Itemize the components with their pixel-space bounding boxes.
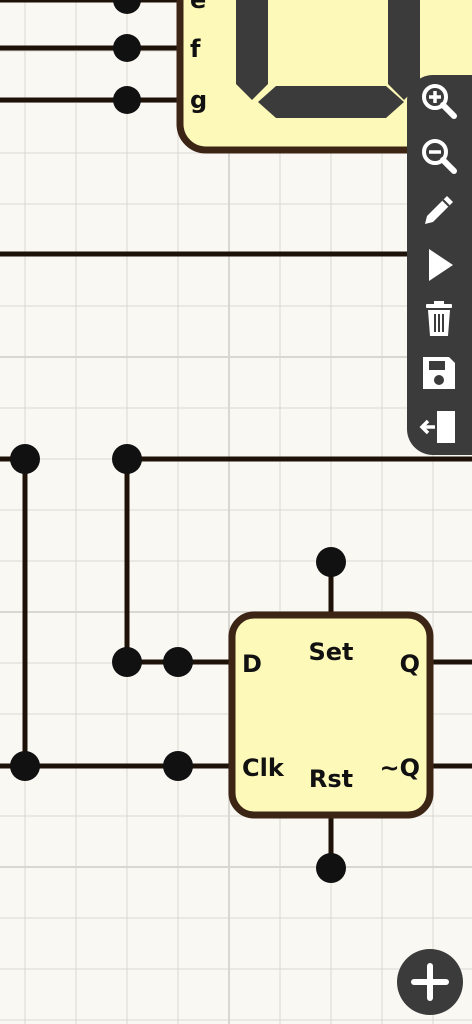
wire-node[interactable] <box>316 547 346 577</box>
pin-label-g: g <box>190 86 207 114</box>
wire-node[interactable] <box>10 444 40 474</box>
wire-node[interactable] <box>113 34 141 62</box>
display-segment-d <box>258 86 404 118</box>
pin-label-e: e <box>190 0 206 14</box>
wire-node[interactable] <box>113 86 141 114</box>
wire-node[interactable] <box>316 853 346 883</box>
circuit-canvas[interactable]: e f g D Clk Set Rst Q ~Q <box>0 0 472 1024</box>
wire-node[interactable] <box>112 444 142 474</box>
trash-icon <box>426 301 452 336</box>
wire-node[interactable] <box>113 0 141 14</box>
flipflop-pin-nq: ~Q <box>379 754 420 782</box>
pencil-icon <box>425 196 453 224</box>
edit-button[interactable] <box>415 186 463 234</box>
display-segment-e <box>236 0 268 100</box>
plus-icon <box>411 963 449 1001</box>
flipflop-pin-set: Set <box>308 638 353 666</box>
zoom-in-icon <box>422 84 457 119</box>
play-icon <box>429 249 453 281</box>
display-input-wires <box>0 0 180 103</box>
flipflop-pin-clk: Clk <box>242 754 285 782</box>
add-component-button[interactable] <box>397 949 463 1015</box>
flipflop-pin-rst: Rst <box>309 765 353 793</box>
zoom-in-button[interactable] <box>415 77 463 125</box>
exit-icon <box>419 411 455 443</box>
save-icon <box>423 357 455 389</box>
pin-label-f: f <box>190 35 201 63</box>
wire-node[interactable] <box>10 751 40 781</box>
exit-button[interactable] <box>415 403 463 451</box>
delete-button[interactable] <box>415 295 463 343</box>
flipflop-pin-d: D <box>242 650 262 678</box>
flipflop-pin-q: Q <box>400 650 420 678</box>
editor-toolbar <box>407 75 472 455</box>
grid <box>0 0 472 1024</box>
wire-node[interactable] <box>163 751 193 781</box>
simulate-button[interactable] <box>415 241 463 289</box>
wire-node[interactable] <box>163 647 193 677</box>
wire-node[interactable] <box>112 647 142 677</box>
zoom-out-icon <box>422 139 457 174</box>
d-flipflop[interactable]: D Clk Set Rst Q ~Q <box>228 611 434 819</box>
save-button[interactable] <box>415 349 463 397</box>
zoom-out-button[interactable] <box>415 132 463 180</box>
